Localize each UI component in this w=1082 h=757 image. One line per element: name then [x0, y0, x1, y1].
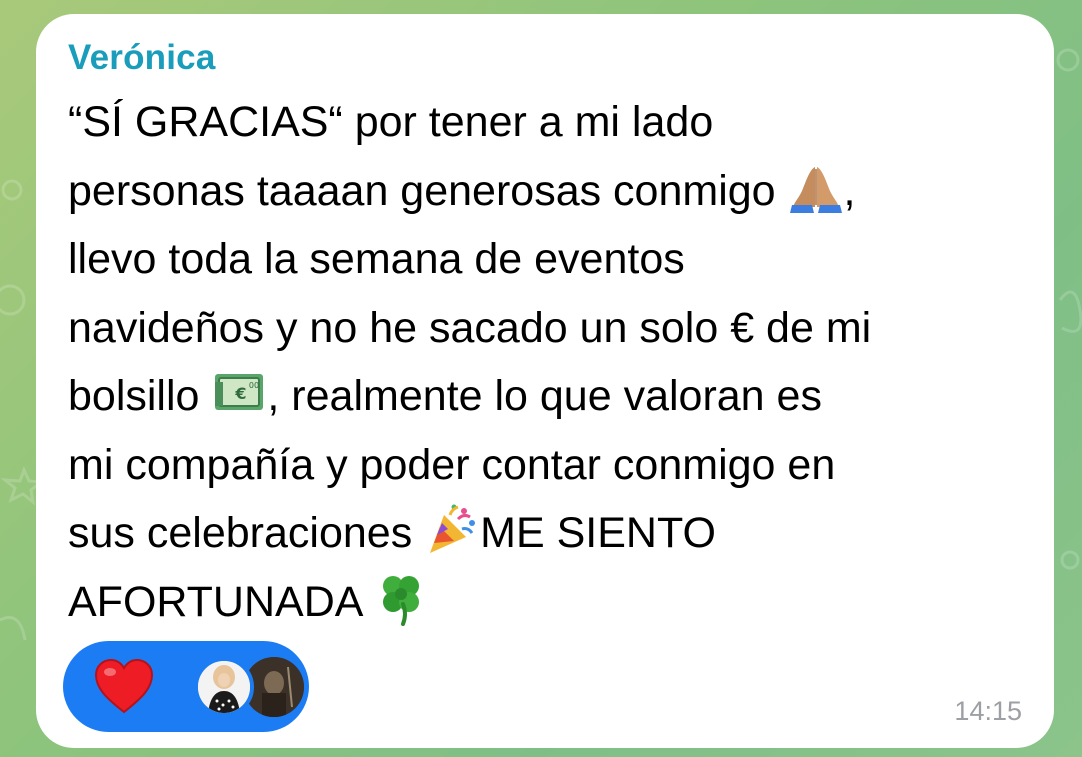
message-text-segment: mi compañía y poder contar conmigo en	[68, 440, 836, 489]
svg-text:€: €	[235, 384, 247, 403]
four-leaf-clover-emoji	[373, 570, 429, 626]
message-line: AFORTUNADA	[68, 568, 1043, 637]
message-line: bolsillo € 00 , realmente lo que valoran…	[68, 362, 1043, 431]
party-popper-emoji	[424, 501, 480, 557]
message-text-segment: personas taaaan generosas conmigo	[68, 166, 788, 215]
message-line: navideños y no he sacado un solo € de mi	[68, 294, 1043, 363]
svg-text:00: 00	[249, 381, 259, 390]
message-text-segment: bolsillo	[68, 372, 212, 420]
message-text-segment: sus celebraciones	[68, 509, 425, 557]
message-text-segment: “SÍ GRACIAS“ por tener a mi lado	[68, 98, 714, 146]
euro-banknote-emoji: € 00	[211, 364, 267, 420]
message-text: “SÍ GRACIAS“ por tener a mi lado persona…	[68, 88, 1043, 636]
message-text-segment: AFORTUNADA	[68, 577, 374, 626]
reactions-pill[interactable]	[63, 641, 309, 732]
message-line: personas taaaan generosas conmigo ,	[68, 157, 1043, 226]
message-line: llevo toda la semana de eventos	[68, 225, 1043, 294]
message-text-segment: ,	[843, 166, 856, 215]
message-timestamp: 14:15	[954, 696, 1022, 726]
message-line: sus celebraciones ME SIENTO	[68, 499, 1043, 568]
message-text-segment: llevo toda la semana de eventos	[68, 235, 685, 283]
folded-hands-emoji	[788, 159, 844, 215]
message-line: mi compañía y poder contar conmigo en	[68, 431, 1043, 500]
message-line: “SÍ GRACIAS“ por tener a mi lado	[68, 88, 1043, 157]
message-text-segment: ME SIENTO	[480, 509, 716, 557]
sender-name[interactable]: Verónica	[68, 38, 216, 78]
message-text-segment: , realmente lo que valoran es	[267, 372, 822, 420]
message-text-segment: navideños y no he sacado un solo € de mi	[68, 303, 872, 352]
red-heart-icon[interactable]	[94, 658, 154, 716]
message-bubble[interactable]: Verónica “SÍ GRACIAS“ por tener a mi lad…	[36, 14, 1054, 748]
reactor-avatar[interactable]	[194, 657, 254, 717]
